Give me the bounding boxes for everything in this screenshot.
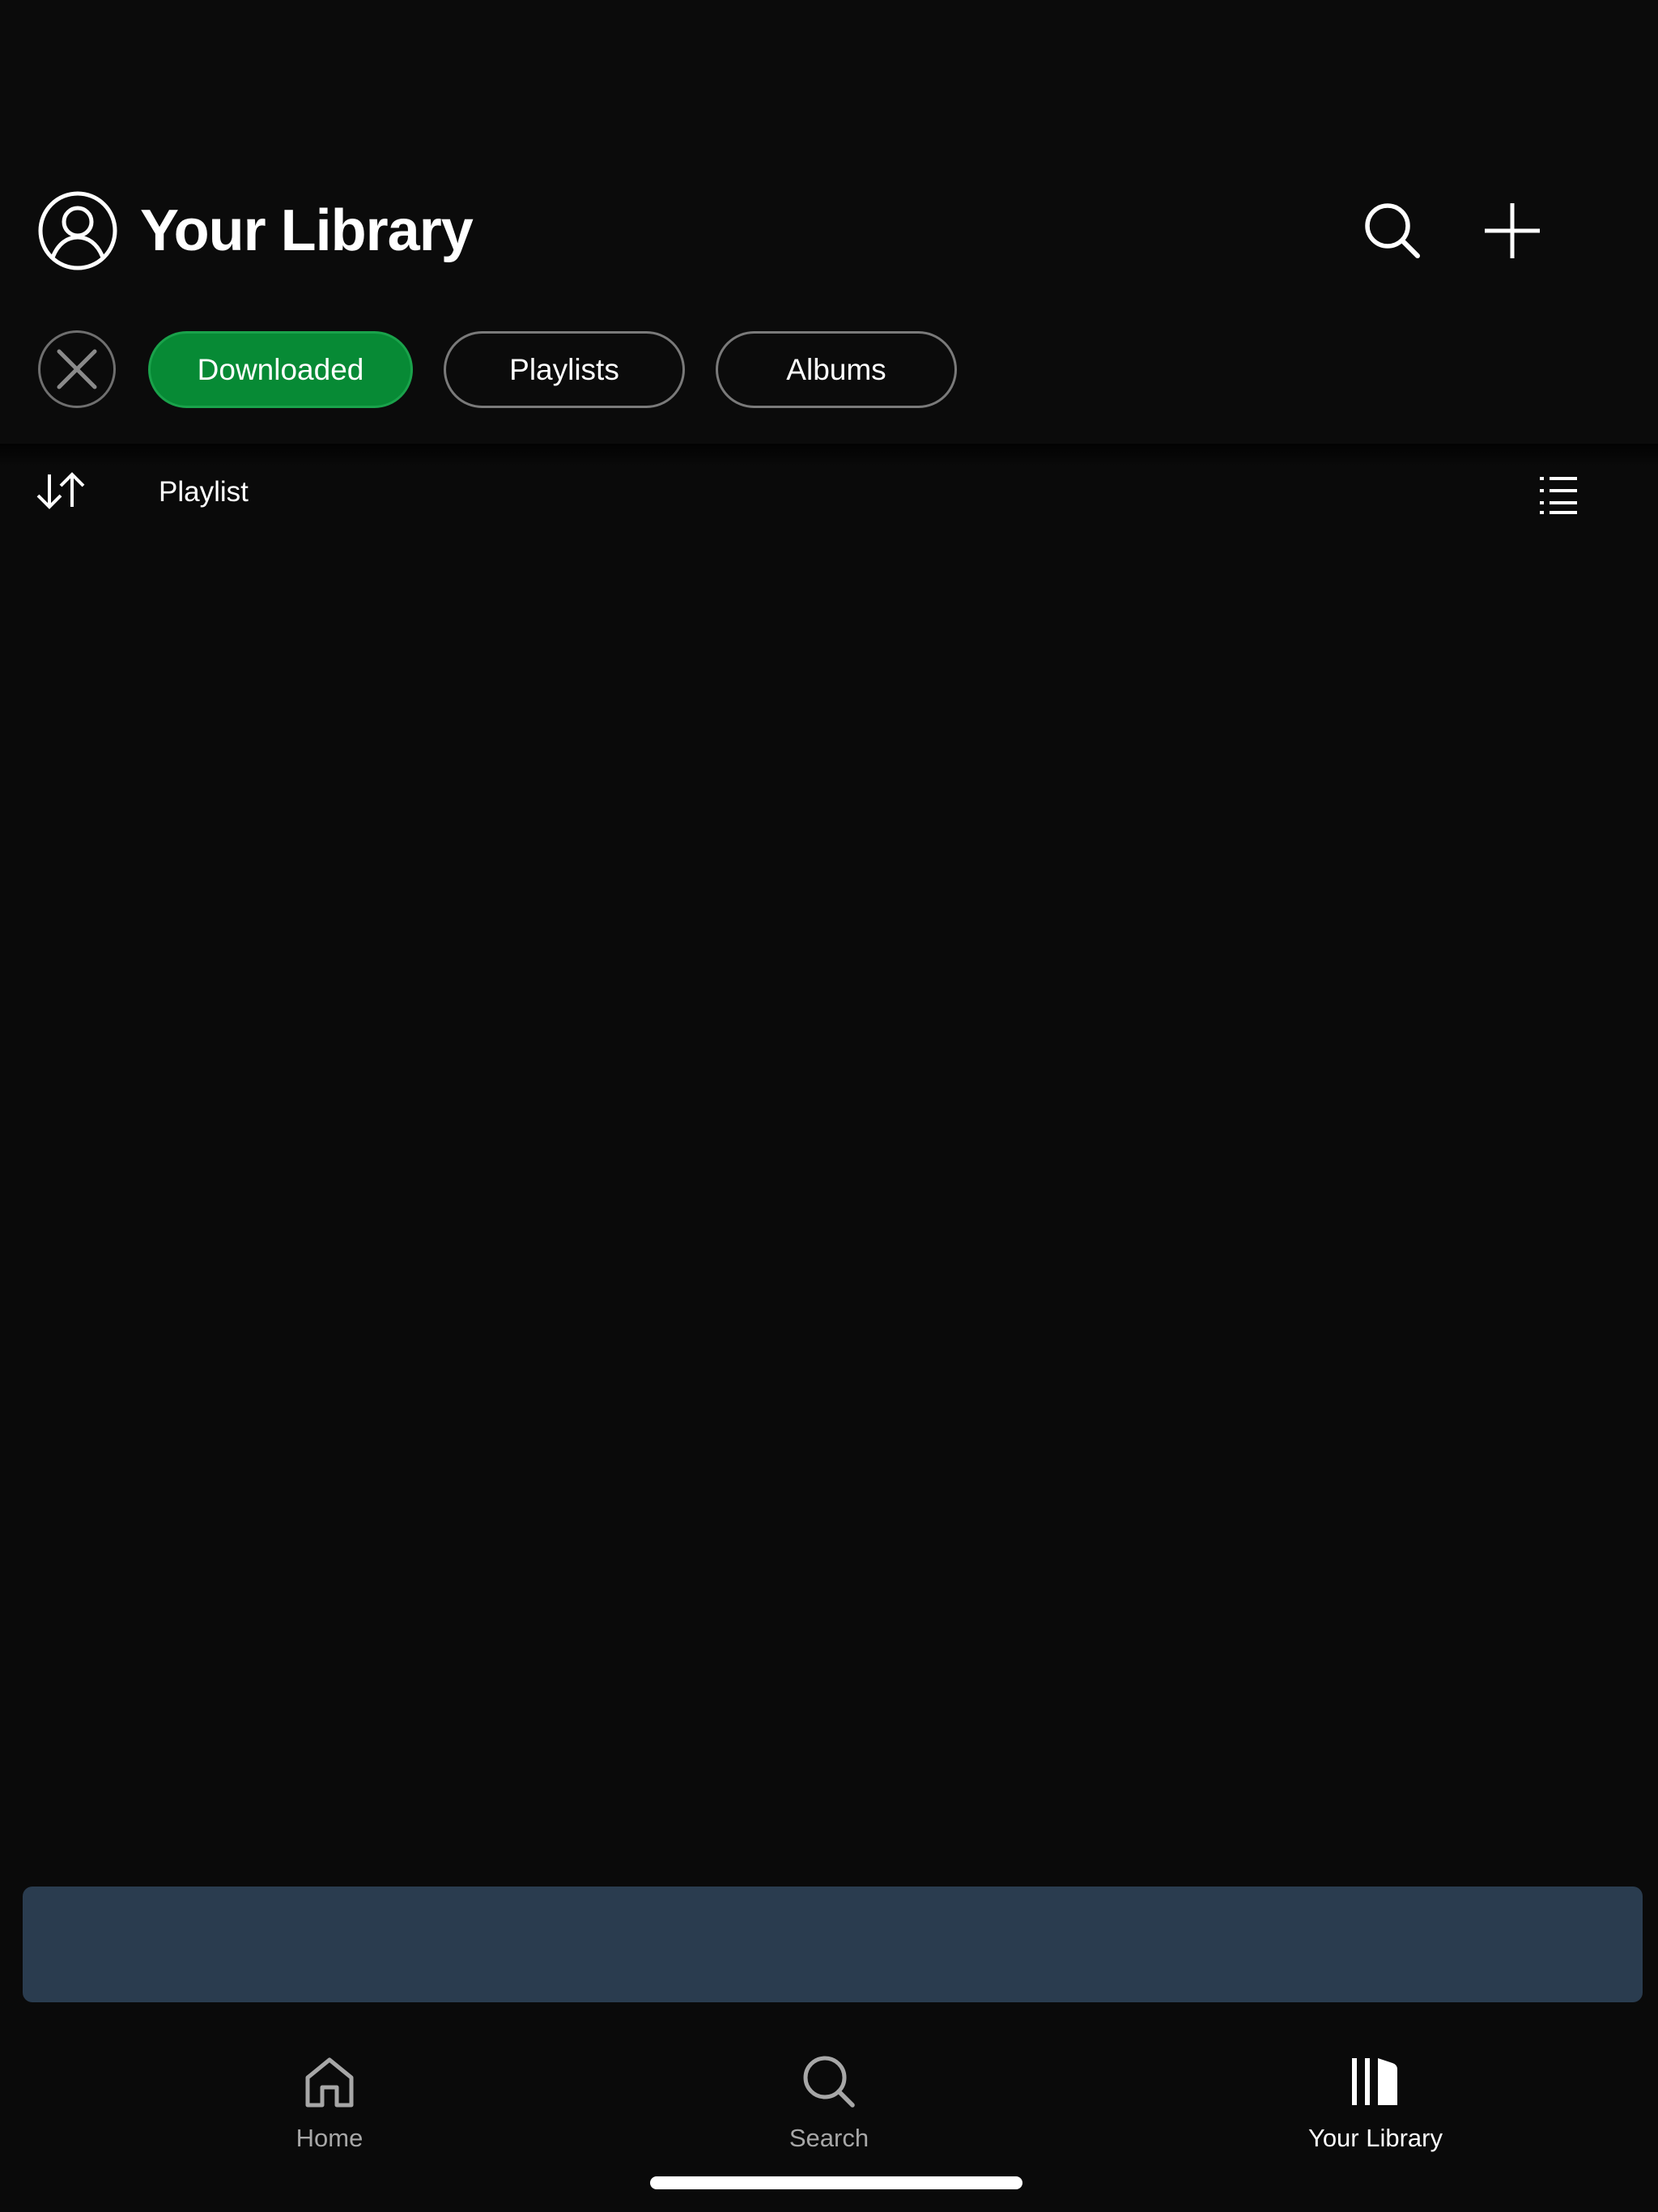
clear-filters-button[interactable] bbox=[38, 330, 116, 408]
now-playing-bar[interactable] bbox=[23, 1887, 1643, 2002]
filter-chip-playlists[interactable]: Playlists bbox=[444, 331, 685, 408]
search-icon bbox=[803, 2056, 855, 2108]
search-tab-icon-wrap bbox=[800, 2052, 858, 2111]
close-icon bbox=[57, 349, 97, 389]
home-icon-wrap bbox=[300, 2052, 359, 2111]
view-toggle-button[interactable] bbox=[1534, 470, 1583, 518]
tab-search[interactable]: Search bbox=[708, 2052, 950, 2155]
home-icon bbox=[305, 2057, 354, 2108]
sort-button[interactable] bbox=[32, 468, 89, 513]
tab-home[interactable]: Home bbox=[208, 2052, 451, 2155]
filter-chip-albums[interactable]: Albums bbox=[716, 331, 957, 408]
tab-home-label: Home bbox=[295, 2124, 363, 2152]
library-search-button[interactable] bbox=[1360, 198, 1425, 263]
tab-your-library-label: Your Library bbox=[1307, 2124, 1443, 2152]
home-indicator bbox=[650, 2176, 1022, 2189]
filter-chip-downloaded[interactable]: Downloaded bbox=[148, 331, 413, 408]
sort-label[interactable]: Playlist bbox=[159, 474, 249, 511]
library-icon bbox=[1352, 2058, 1397, 2105]
header-divider-shadow bbox=[0, 444, 1658, 466]
plus-icon bbox=[1485, 203, 1540, 258]
library-tab-icon-wrap bbox=[1346, 2052, 1405, 2111]
page-title: Your Library bbox=[140, 198, 474, 263]
search-icon bbox=[1365, 203, 1420, 258]
list-view-icon bbox=[1540, 477, 1577, 514]
add-button[interactable] bbox=[1480, 198, 1545, 263]
sort-arrows-icon bbox=[36, 472, 85, 509]
tab-your-library[interactable]: Your Library bbox=[1254, 2052, 1497, 2155]
user-circle-icon bbox=[38, 191, 117, 270]
profile-avatar-button[interactable] bbox=[37, 190, 118, 271]
tab-search-label: Search bbox=[789, 2124, 869, 2152]
